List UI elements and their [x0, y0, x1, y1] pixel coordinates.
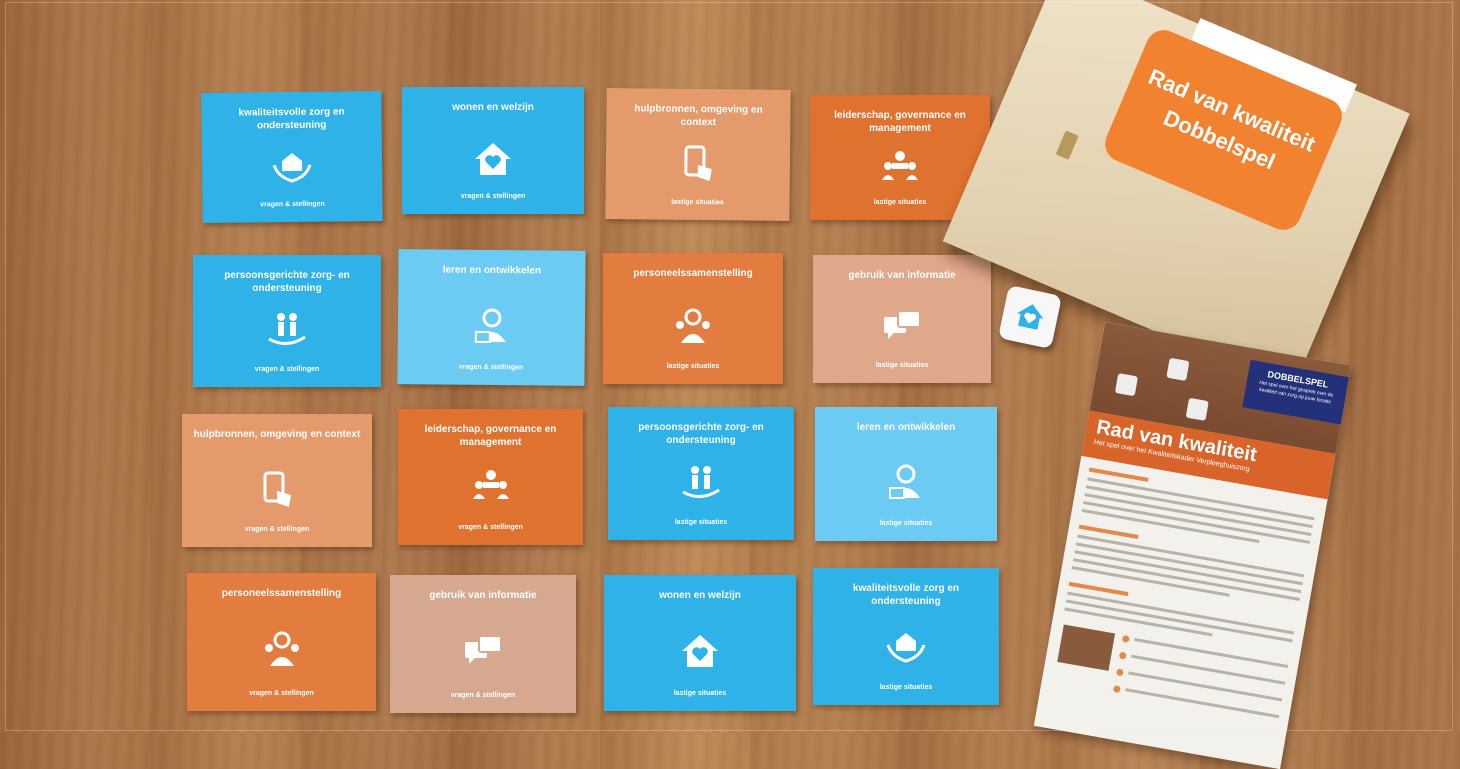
card-footer: lastige situaties: [671, 198, 724, 207]
card-title: leren en ontwikkelen: [856, 422, 956, 433]
card-12: leren en ontwikkelen lastige situaties: [815, 407, 997, 541]
card-title: leiderschap, governance en management: [834, 110, 966, 134]
card-footer: lastige situaties: [666, 363, 720, 370]
tablet-hand-icon: [263, 471, 291, 507]
card-footer: vragen & stellingen: [249, 690, 314, 697]
card-3: hulpbronnen, omgeving en context lastige…: [605, 88, 791, 221]
text-line: [1131, 654, 1286, 685]
card-10: leiderschap, governance en management vr…: [398, 409, 583, 545]
game-die: [997, 284, 1063, 350]
care-people-icon: [682, 465, 720, 498]
box-latch: [1055, 130, 1079, 160]
card-title: leren en ontwikkelen: [442, 264, 542, 277]
card-6: leren en ontwikkelen vragen & stellingen: [397, 249, 586, 386]
card-footer: vragen & stellingen: [450, 692, 516, 699]
step-bullet: [1115, 668, 1124, 677]
text-line: [1128, 671, 1283, 702]
card-11: persoonsgerichte zorg- en ondersteuning …: [608, 407, 794, 540]
card-5: persoonsgerichte zorg- en ondersteuning …: [193, 255, 381, 387]
person-laptop-icon: [474, 308, 506, 343]
card-9: hulpbronnen, omgeving en context vragen …: [182, 414, 372, 547]
card-title: personeelssamenstelling: [633, 268, 753, 279]
person-laptop-icon: [889, 464, 920, 499]
step-bullet: [1112, 685, 1121, 694]
hands-house-icon: [272, 153, 312, 183]
card-7: personeelssamenstelling lastige situatie…: [603, 253, 783, 384]
care-people-icon: [268, 313, 306, 345]
card-8: gebruik van informatie lastige situaties: [813, 255, 991, 383]
die-photo: [1185, 397, 1209, 421]
text-line: [1134, 637, 1289, 668]
house-heart-icon: [475, 142, 511, 175]
box-label: Rad van kwaliteit Dobbelspel: [1099, 24, 1348, 236]
team-people-icon: [676, 308, 710, 343]
chat-bubbles-icon: [884, 310, 921, 339]
card-title: leiderschap, governance en management: [424, 424, 557, 448]
card-title: wonen en welzijn: [659, 590, 741, 601]
meeting-people-icon: [882, 150, 918, 180]
card-footer: lastige situaties: [875, 362, 929, 369]
instruction-flyer: DOBBELSPEL Het spel over het gesprek ove…: [1033, 322, 1352, 769]
card-14: gebruik van informatie vragen & stelling…: [390, 575, 576, 713]
card-footer: vragen & stellingen: [458, 524, 523, 531]
card-13: personeelssamenstelling vragen & stellin…: [187, 573, 376, 711]
card-16: kwaliteitsvolle zorg en ondersteuning la…: [813, 568, 999, 705]
die-photo: [1166, 357, 1190, 381]
card-title: gebruik van informatie: [848, 270, 956, 281]
card-footer: lastige situaties: [673, 690, 727, 697]
team-people-icon: [264, 631, 299, 666]
card-title: hulpbronnen, omgeving en context: [634, 103, 763, 129]
card-footer: vragen & stellingen: [260, 200, 325, 209]
card-title: gebruik van informatie: [429, 590, 537, 601]
chat-bubbles-icon: [465, 635, 502, 664]
card-footer: vragen & stellingen: [244, 526, 310, 533]
meeting-people-icon: [472, 470, 509, 499]
card-15: wonen en welzijn lastige situaties: [604, 575, 796, 711]
card-2: wonen en welzijn vragen & stellingen: [402, 87, 584, 214]
card-title: kwaliteitsvolle zorg en ondersteuning: [238, 106, 345, 132]
text-line: [1125, 688, 1280, 719]
card-1: kwaliteitsvolle zorg en ondersteuning vr…: [201, 91, 383, 223]
card-title: wonen en welzijn: [452, 102, 534, 113]
card-title: kwaliteitsvolle zorg en ondersteuning: [852, 583, 960, 607]
tablet-hand-icon: [684, 144, 712, 181]
card-title: persoonsgerichte zorg- en ondersteuning: [638, 422, 764, 446]
card-footer: lastige situaties: [879, 684, 933, 691]
hands-house-icon: [886, 632, 926, 663]
step-bullet: [1118, 651, 1127, 660]
house-heart-icon: [682, 635, 718, 667]
flyer-thumbnail: [1057, 624, 1116, 671]
card-footer: lastige situaties: [674, 519, 728, 526]
card-title: personeelssamenstelling: [221, 588, 342, 599]
die-photo: [1114, 373, 1139, 397]
step-bullet: [1121, 634, 1130, 643]
card-footer: lastige situaties: [879, 520, 933, 527]
card-title: persoonsgerichte zorg- en ondersteuning: [224, 270, 350, 294]
house-heart-icon: [1017, 304, 1044, 330]
card-title: hulpbronnen, omgeving en context: [193, 429, 361, 440]
card-footer: vragen & stellingen: [254, 366, 320, 373]
card-footer: vragen & stellingen: [460, 193, 526, 200]
card-footer: vragen & stellingen: [458, 363, 524, 372]
